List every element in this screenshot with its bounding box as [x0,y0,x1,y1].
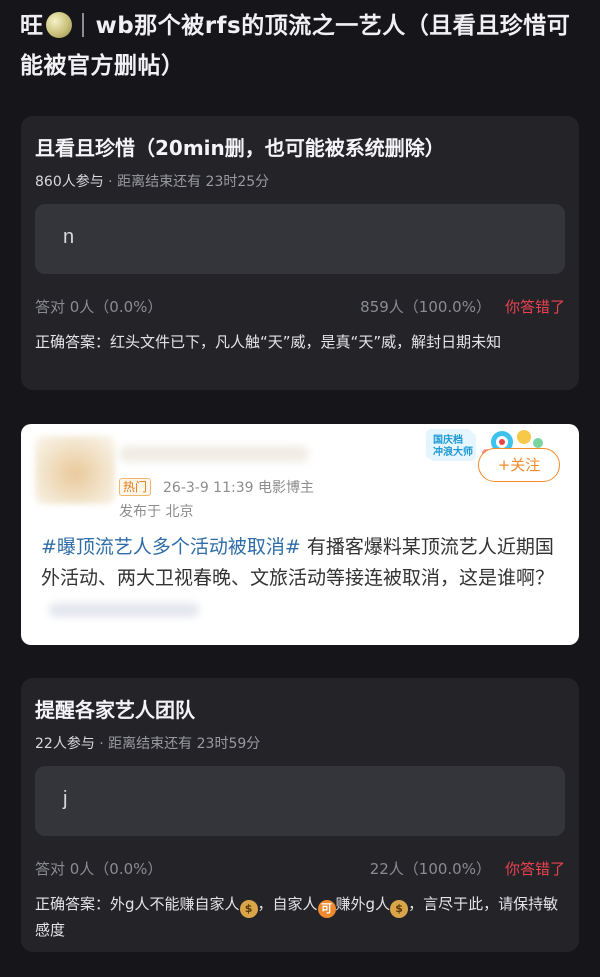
time-left: · 距离结束还有 23时59分 [94,736,261,752]
ke-coin-icon: 可 [317,900,336,918]
wrong-label: 你答错了 [504,860,565,878]
avatar[interactable] [35,436,115,504]
poll-title: 且看且珍惜（20min删，也可能被系统删除） [35,136,445,160]
weibo-post-card[interactable]: 国庆档 冲浪大师 +关注 热门 26-3-9 11:39 电影博主 发布于 北京 … [21,424,579,645]
poll-card: 提醒各家艺人团队 22人参与 · 距离结束还有 23时59分 j 答对 0人（0… [21,678,579,952]
poll-card: 且看且珍惜（20min删，也可能被系统删除） 860人参与 · 距离结束还有 2… [21,116,579,390]
post-title: 旺 wb那个被rfs的顶流之一艺人（且看且珍惜可能被官方删帖） [20,12,571,79]
post-text: #曝顶流艺人多个活动被取消# 有播客爆料某顶流艺人近期国外活动、两大卫视春晚、文… [41,532,571,625]
post-location: 发布于 北京 [119,504,194,520]
wrong-count: 22人（100.0%） [369,860,491,878]
follow-button[interactable]: +关注 [478,448,560,482]
time-left: · 距离结束还有 23时25分 [103,174,270,190]
topic-link[interactable]: #曝顶流艺人多个活动被取消# [41,536,301,558]
wrong-stats: 22人（100.0%） 你答错了 [370,858,565,879]
poll-meta: 22人参与 · 距离结束还有 23时59分 [35,733,260,753]
poll-title: 提醒各家艺人团队 [35,698,195,722]
answer-option[interactable]: n [35,204,565,274]
correct-stats: 答对 0人（0.0%） [35,860,163,878]
poll-meta: 860人参与 · 距离结束还有 23时25分 [35,171,269,191]
wrong-count: 859人（100.0%） [360,298,491,316]
divider [81,13,84,37]
hot-tag: 热门 [119,478,152,496]
wrong-label: 你答错了 [504,298,565,316]
correct-answer: 正确答案：外g人不能赚自家人 $ ，自家人可赚外g人 $ ，言尽于此，请保持敏感度 [35,895,559,939]
post-time-source: 26-3-9 11:39 电影博主 [163,480,314,496]
correct-answer: 正确答案：红头文件已下，凡人触“天”威，是真“天”威，解封日期未知 [35,333,502,351]
badge-label: 国庆档 冲浪大师 [430,433,476,461]
participant-count: 22人参与 [35,736,95,752]
blurred-text [49,602,199,617]
participant-count: 860人参与 [35,174,104,190]
wrong-stats: 859人（100.0%） 你答错了 [360,296,565,317]
correct-stats: 答对 0人（0.0%） [35,298,163,316]
melon-icon [45,12,72,38]
answer-option[interactable]: j [35,766,565,836]
username-blurred [119,446,309,462]
money-bag-icon: $ [239,900,258,918]
money-bag-icon: $ [390,900,409,918]
